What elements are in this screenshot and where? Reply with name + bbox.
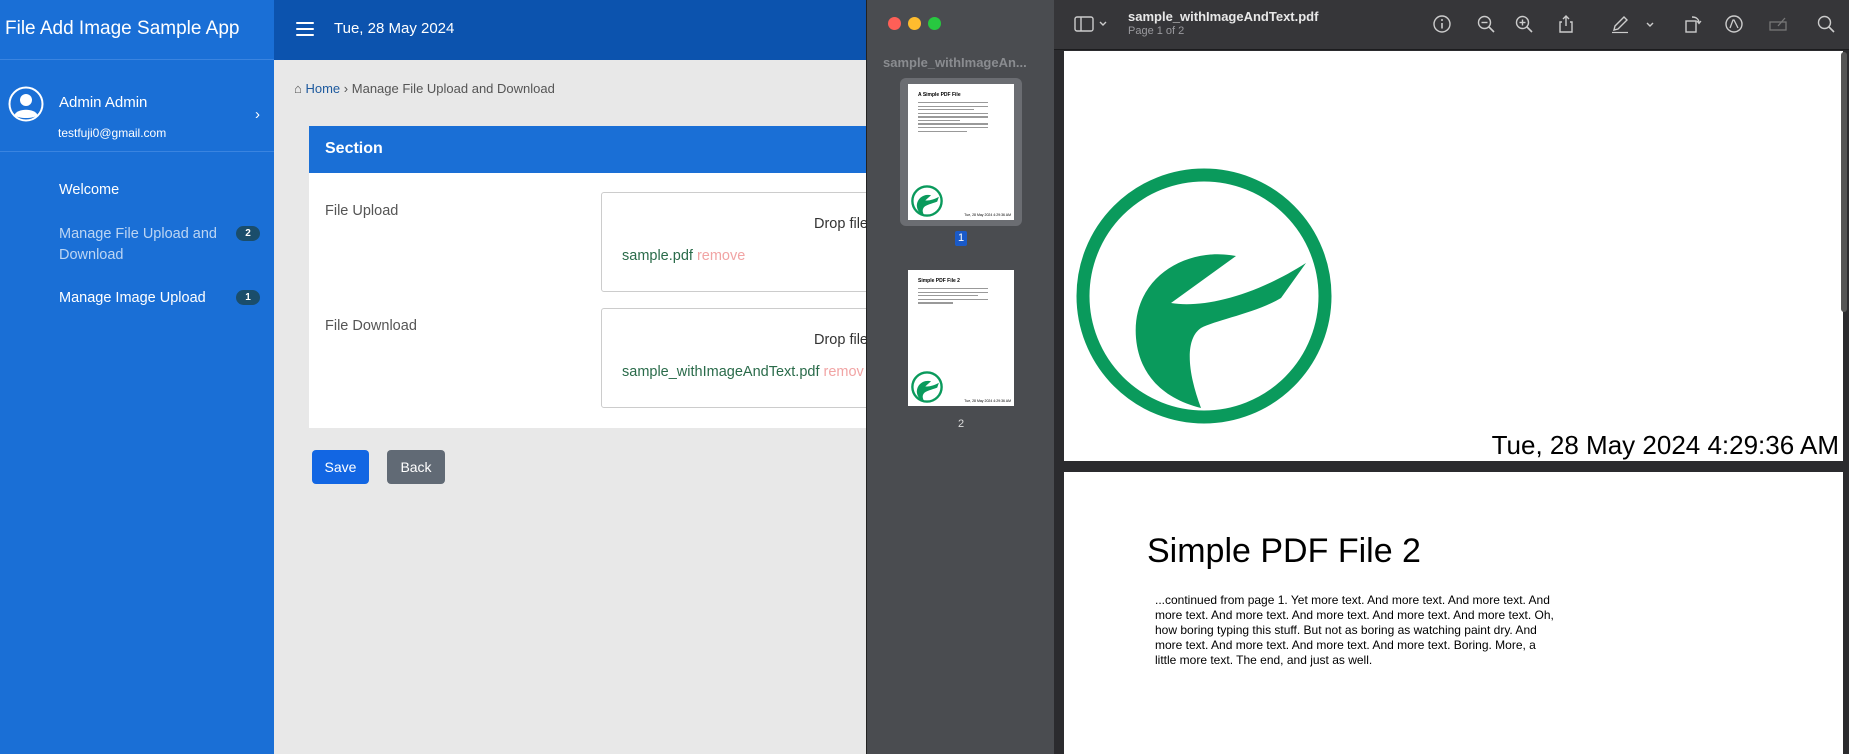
page1-date-text: Tue, 28 May 2024 4:29:36 AM bbox=[1491, 430, 1839, 460]
preview-toolbar: sample_withImageAndText.pdf Page 1 of 2 bbox=[1054, 0, 1849, 50]
search-icon[interactable] bbox=[1816, 14, 1836, 34]
pdf-page-2: Simple PDF File 2 ...continued from page… bbox=[1064, 472, 1843, 754]
sidebar-item-file-upload[interactable]: Manage File Upload and Download 2 bbox=[59, 224, 260, 266]
save-button[interactable]: Save bbox=[312, 450, 369, 484]
file-name[interactable]: sample_withImageAndText.pdf bbox=[622, 364, 819, 380]
user-panel[interactable]: Admin Admin testfuji0@gmail.com › bbox=[0, 60, 274, 152]
breadcrumb-home-link[interactable]: Home bbox=[305, 81, 340, 96]
uploaded-file-item: sample.pdf remove bbox=[622, 248, 745, 264]
sidebar-icon[interactable] bbox=[1074, 15, 1110, 33]
markup-pen-icon[interactable] bbox=[1610, 14, 1630, 34]
sidebar-document-title: sample_withImageAn... bbox=[883, 55, 1027, 70]
thumbnail-date: Tue, 28 May 2024 4:29:36 AM bbox=[964, 213, 1011, 217]
chevron-right-icon[interactable]: › bbox=[255, 106, 260, 123]
thumbnail-title: A Simple PDF File bbox=[918, 92, 961, 98]
window-minimize-button[interactable] bbox=[908, 17, 921, 30]
sidebar-item-welcome[interactable]: Welcome bbox=[59, 180, 260, 201]
file-name[interactable]: sample.pdf bbox=[622, 248, 693, 264]
page-gap bbox=[1054, 461, 1849, 472]
zoom-out-icon[interactable] bbox=[1476, 14, 1496, 34]
breadcrumb-separator: › bbox=[343, 81, 349, 96]
hamburger-menu-icon[interactable] bbox=[296, 22, 314, 36]
drop-hint: Drop file bbox=[814, 216, 868, 232]
sidebar-item-label: Welcome bbox=[59, 182, 120, 198]
logo-icon bbox=[911, 371, 943, 403]
topbar-date: Tue, 28 May 2024 bbox=[334, 20, 455, 37]
page-number-2: 2 bbox=[957, 418, 965, 430]
page-info: Page 1 of 2 bbox=[1128, 25, 1185, 37]
document-title: sample_withImageAndText.pdf bbox=[1128, 9, 1319, 24]
home-icon: ⌂ bbox=[294, 81, 302, 96]
file-download-label: File Download bbox=[325, 318, 417, 334]
scrollbar[interactable] bbox=[1841, 52, 1847, 312]
info-icon[interactable] bbox=[1432, 14, 1452, 34]
preview-document-area: sample_withImageAndText.pdf Page 1 of 2 … bbox=[1054, 0, 1849, 754]
page-thumbnail-1[interactable]: A Simple PDF File Tue, 28 May 2024 4:29:… bbox=[908, 84, 1014, 220]
annotate-icon[interactable] bbox=[1724, 14, 1744, 34]
user-email: testfuji0@gmail.com bbox=[58, 126, 167, 140]
drop-hint: Drop file bbox=[814, 332, 868, 348]
window-maximize-button[interactable] bbox=[928, 17, 941, 30]
page2-body-text: ...continued from page 1. Yet more text.… bbox=[1155, 593, 1554, 667]
thumbnail-title: Simple PDF File 2 bbox=[918, 278, 960, 284]
zoom-in-icon[interactable] bbox=[1514, 14, 1534, 34]
app-brand[interactable]: File Add Image Sample App bbox=[0, 0, 274, 60]
count-badge: 1 bbox=[236, 290, 260, 305]
share-icon[interactable] bbox=[1556, 14, 1576, 34]
page-thumbnail-2[interactable]: Simple PDF File 2 Tue, 28 May 2024 4:29:… bbox=[908, 270, 1014, 406]
preview-thumbnail-sidebar: sample_withImageAn... A Simple PDF File … bbox=[866, 0, 1054, 754]
count-badge: 2 bbox=[236, 226, 260, 241]
sidebar: File Add Image Sample App Admin Admin te… bbox=[0, 0, 274, 754]
thumbnail-text-lines bbox=[918, 102, 988, 134]
chevron-down-icon[interactable] bbox=[1640, 14, 1660, 34]
uploaded-file-item: sample_withImageAndText.pdf remov bbox=[622, 364, 864, 380]
page2-title: Simple PDF File 2 bbox=[1147, 532, 1421, 570]
rotate-icon[interactable] bbox=[1682, 14, 1702, 34]
breadcrumb: ⌂ Home › Manage File Upload and Download bbox=[294, 81, 555, 96]
pdf-preview-window: sample_withImageAn... A Simple PDF File … bbox=[866, 0, 1849, 754]
thumbnail-date: Tue, 28 May 2024 4:29:36 AM bbox=[964, 399, 1011, 403]
remove-file-link[interactable]: remov bbox=[823, 364, 863, 380]
logo-icon bbox=[1076, 168, 1332, 424]
sidebar-item-image-upload[interactable]: Manage Image Upload 1 bbox=[59, 288, 260, 309]
page-number-1: 1 bbox=[955, 231, 967, 246]
remove-file-link[interactable]: remove bbox=[697, 248, 745, 264]
sidebar-item-label: Manage File Upload and Download bbox=[59, 226, 217, 263]
user-avatar-icon bbox=[8, 86, 44, 122]
user-name: Admin Admin bbox=[59, 94, 148, 111]
file-upload-label: File Upload bbox=[325, 203, 399, 219]
thumbnail-text-lines bbox=[918, 288, 988, 306]
sidebar-item-label: Manage Image Upload bbox=[59, 290, 206, 306]
window-close-button[interactable] bbox=[888, 17, 901, 30]
logo-icon bbox=[911, 185, 943, 217]
form-icon[interactable] bbox=[1768, 14, 1788, 34]
breadcrumb-current: Manage File Upload and Download bbox=[351, 81, 555, 96]
back-button[interactable]: Back bbox=[387, 450, 445, 484]
